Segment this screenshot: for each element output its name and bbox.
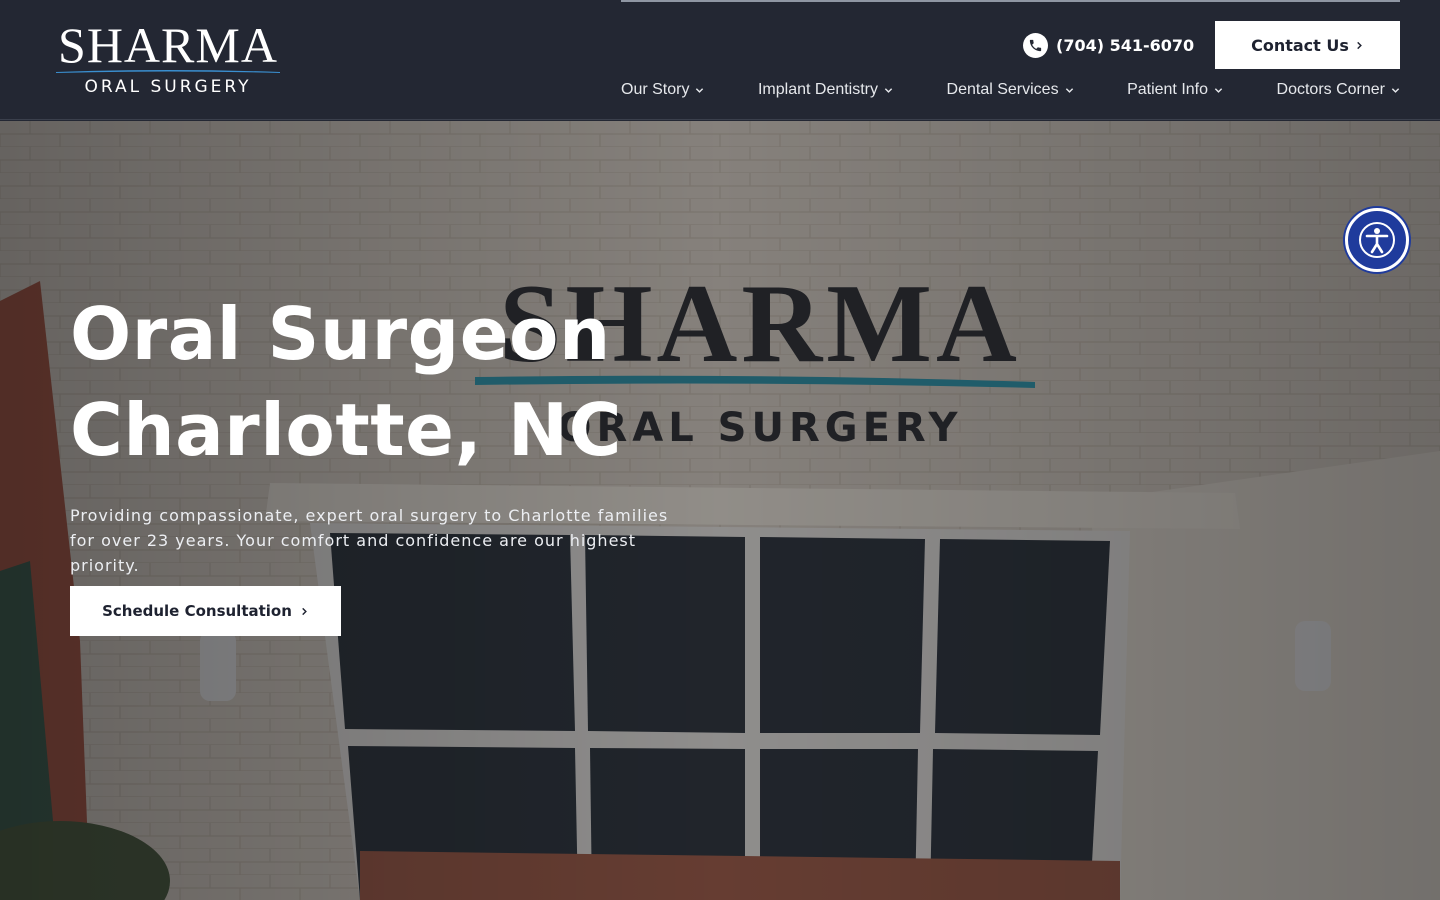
phone-icon xyxy=(1023,32,1048,58)
nav-item-label: Patient Info xyxy=(1127,81,1209,98)
nav-item-label: Our Story xyxy=(621,81,690,98)
chevron-down-icon xyxy=(1214,87,1223,93)
hero-title-line-1: Oral Surgeon xyxy=(70,292,611,376)
logo-subtitle: ORAL SURGERY xyxy=(84,77,252,97)
chevron-down-icon xyxy=(696,87,704,93)
phone-link[interactable]: (704) 541-6070 xyxy=(1023,32,1194,58)
logo-brand: SHARMA xyxy=(58,17,278,73)
chevron-down-icon xyxy=(1065,87,1073,93)
logo-swoosh xyxy=(56,70,280,73)
accessibility-button[interactable] xyxy=(1345,208,1409,272)
contact-us-label: Contact Us xyxy=(1251,35,1349,55)
nav-item-our-story[interactable]: Our Story xyxy=(621,79,704,101)
nav-item-label: Implant Dentistry xyxy=(757,81,879,98)
chevron-down-icon xyxy=(1391,87,1400,93)
logo[interactable]: SHARMA ORAL SURGERY xyxy=(50,18,286,102)
nav-item-label: Dental Services xyxy=(946,81,1059,98)
hero-description: Providing compassionate, expert oral sur… xyxy=(70,506,669,575)
schedule-consultation-button[interactable]: Schedule Consultation xyxy=(70,586,341,636)
chevron-right-icon xyxy=(302,607,307,615)
chevron-right-icon xyxy=(1357,41,1362,49)
nav-item-dental-services[interactable]: Dental Services xyxy=(947,79,1074,101)
hero-title: Oral Surgeon Charlotte, NC xyxy=(70,286,790,478)
schedule-consultation-label: Schedule Consultation xyxy=(102,602,292,620)
chevron-down-icon xyxy=(884,87,893,93)
hero-title-line-2: Charlotte, NC xyxy=(70,388,623,472)
hero-section: SHARMA ORAL SURGERY Oral Surgeon Charlot… xyxy=(0,121,1440,900)
nav-item-doctors-corner[interactable]: Doctors Corner xyxy=(1277,79,1400,101)
header-divider xyxy=(621,0,1400,2)
main-nav: Our Story Implant Dentistry Dental Servi… xyxy=(621,79,1400,101)
site-header: SHARMA ORAL SURGERY (704) 541-6070 Conta… xyxy=(0,0,1440,120)
nav-item-patient-info[interactable]: Patient Info xyxy=(1127,79,1223,101)
phone-number: (704) 541-6070 xyxy=(1056,35,1195,55)
accessibility-icon xyxy=(1359,222,1395,258)
contact-us-button[interactable]: Contact Us xyxy=(1215,21,1400,69)
nav-item-implant-dentistry[interactable]: Implant Dentistry xyxy=(758,79,893,101)
nav-item-label: Doctors Corner xyxy=(1276,81,1385,98)
